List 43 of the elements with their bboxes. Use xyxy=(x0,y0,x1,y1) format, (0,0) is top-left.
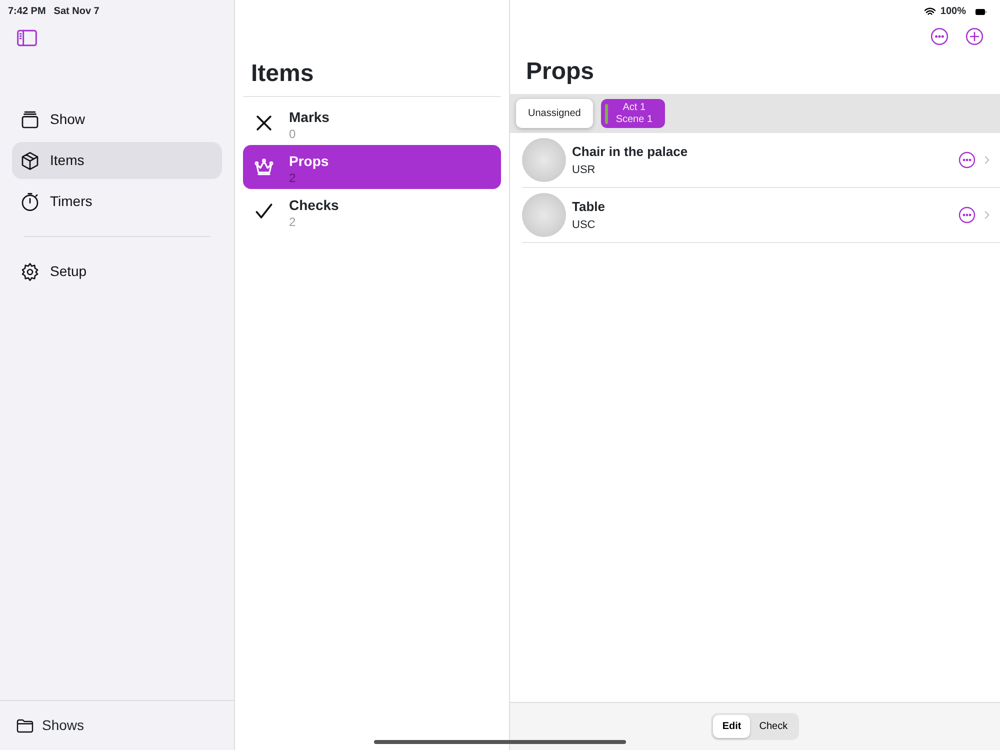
category-item[interactable]: Marks 0 xyxy=(243,101,501,145)
sidebar-item[interactable]: Show xyxy=(12,101,222,138)
category-item[interactable]: Props 2 xyxy=(243,145,501,189)
prop-name: Chair in the palace xyxy=(572,143,689,161)
folder-icon xyxy=(16,716,34,734)
battery-percent: 100% xyxy=(940,5,966,19)
status-date: Sat Nov 7 xyxy=(54,5,100,19)
sidebar-item[interactable]: Items xyxy=(12,142,222,179)
prop-code: USC xyxy=(572,218,596,232)
prop-code: USR xyxy=(572,162,596,178)
category-count: 2 xyxy=(289,216,297,228)
mode-tab[interactable]: Edit xyxy=(713,715,750,738)
chevron-icon xyxy=(982,209,992,221)
category-label: Checks xyxy=(289,196,339,214)
stopwatch-icon xyxy=(20,192,40,212)
filter-chip[interactable]: Act 1 Scene 1 xyxy=(600,99,665,128)
stack-icon xyxy=(20,110,40,130)
category-label: Props xyxy=(289,152,329,171)
gear-icon xyxy=(20,262,40,282)
category-item[interactable]: Checks 2 xyxy=(243,189,501,233)
photo-placeholder xyxy=(522,138,566,182)
sidebar-item[interactable]: Setup xyxy=(12,253,222,290)
mode-tab[interactable]: Check xyxy=(750,715,797,738)
category-count: 0 xyxy=(289,128,297,140)
more-icon[interactable] xyxy=(930,27,949,46)
crown-icon xyxy=(253,156,275,178)
detail-title: Props xyxy=(525,57,596,87)
more-icon[interactable] xyxy=(958,151,976,169)
filter-chip[interactable]: Unassigned xyxy=(516,99,593,128)
add-icon[interactable] xyxy=(965,27,984,46)
wifi-icon xyxy=(924,6,936,18)
sidebar-toggle-icon[interactable] xyxy=(16,27,38,49)
list-title: Items xyxy=(243,56,501,97)
more-icon[interactable] xyxy=(958,206,976,224)
status-time: 7:42 PM xyxy=(8,5,46,19)
sidebar-item[interactable]: Timers xyxy=(12,183,222,220)
photo-placeholder xyxy=(522,193,566,237)
shows-button[interactable]: Shows xyxy=(0,700,234,750)
category-count: 2 xyxy=(289,172,297,184)
cube-icon xyxy=(20,150,40,170)
category-label: Marks xyxy=(289,108,330,126)
prop-name: Table xyxy=(572,198,606,216)
chevron-icon xyxy=(982,154,992,166)
